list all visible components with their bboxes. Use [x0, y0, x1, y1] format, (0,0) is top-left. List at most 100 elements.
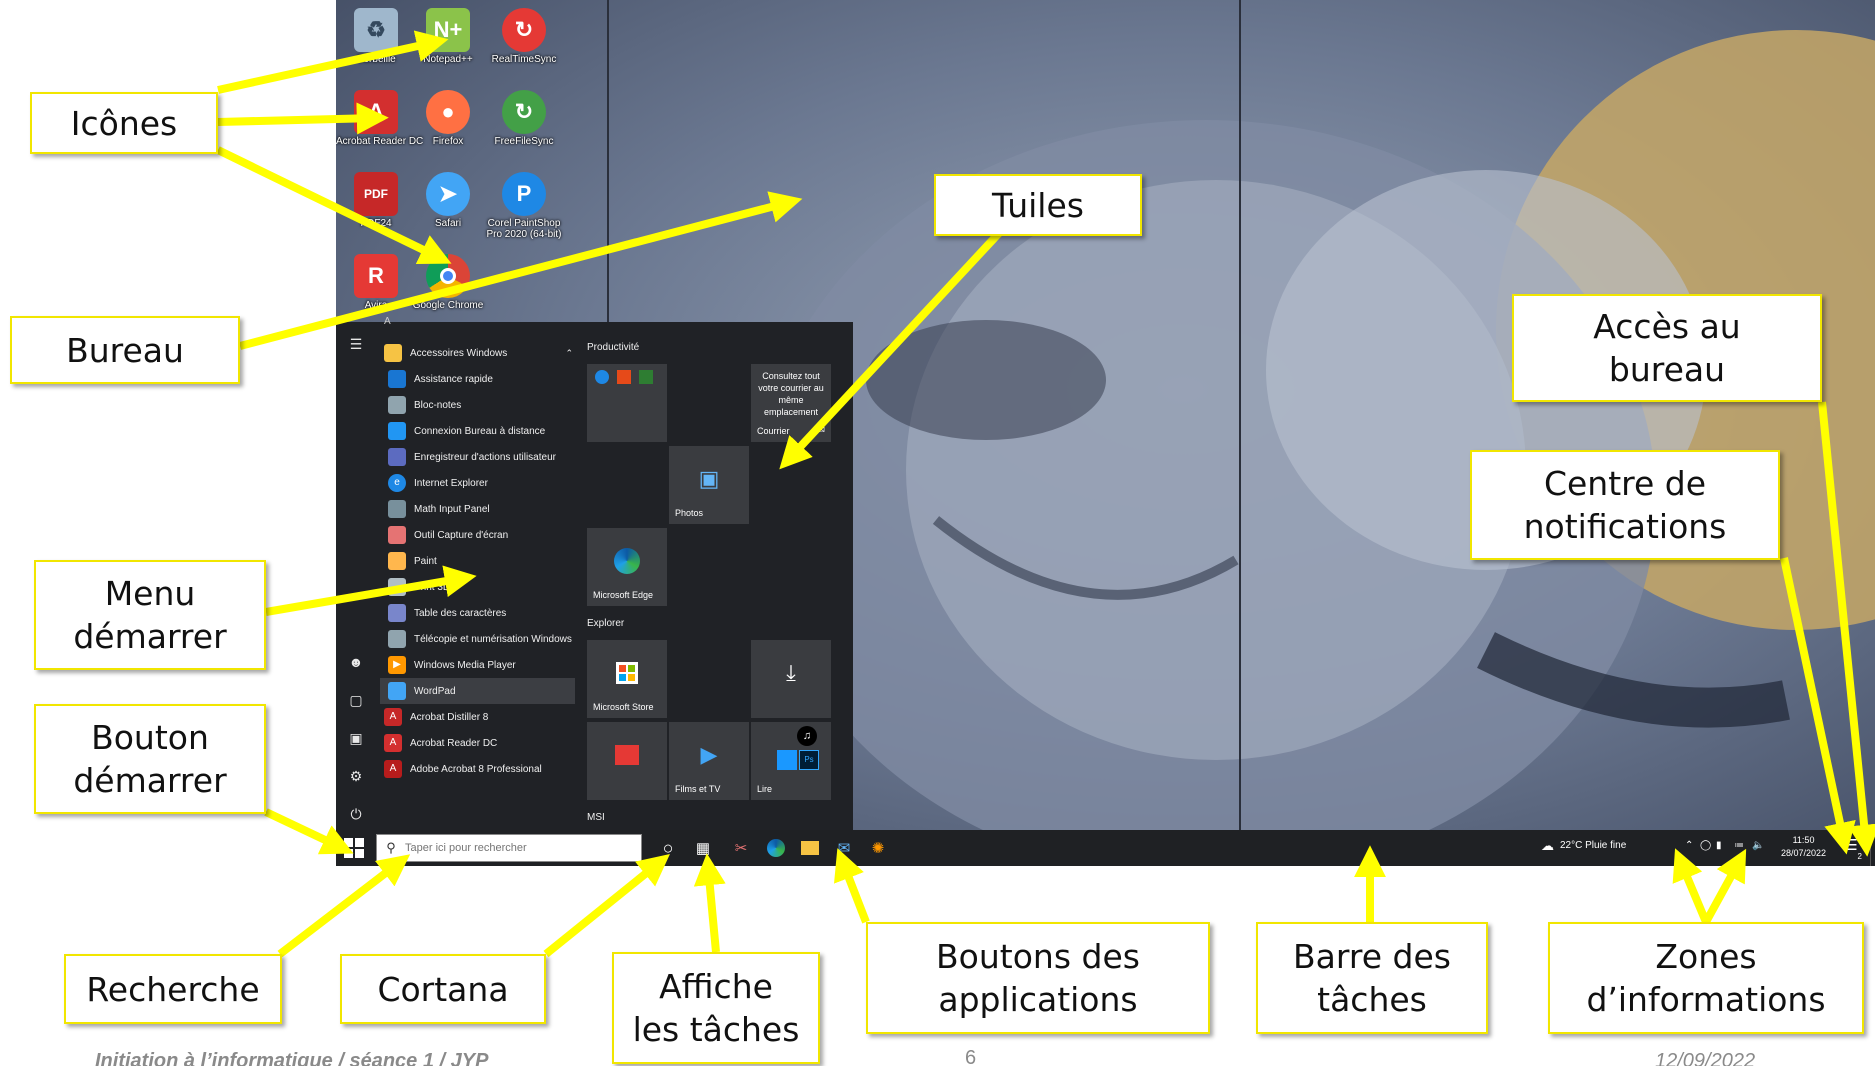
app-item-wordpad[interactable]: WordPad	[380, 678, 575, 704]
mail-icon[interactable]: ✉	[832, 836, 856, 860]
safari-icon: ➤	[426, 172, 470, 216]
app-item-accessoires-windows[interactable]: Accessoires Windows ⌃	[384, 340, 579, 366]
app-item-math-input[interactable]: Math Input Panel	[388, 496, 583, 522]
desktop-icon-avira[interactable]: R Avira	[336, 254, 416, 311]
arrow-affiche-taches	[693, 853, 726, 953]
desktop-icon-safari[interactable]: ➤ Safari	[408, 172, 488, 229]
wordpad-icon	[388, 682, 406, 700]
task-view-icon[interactable]: ▦	[691, 836, 715, 860]
app-item-print-3d[interactable]: Print 3D	[388, 574, 583, 600]
tile-photos[interactable]: ▣ Photos	[669, 446, 749, 524]
settings-gear-icon[interactable]: ⚙	[346, 766, 366, 786]
mail-tile-text: Consultez tout votre courrier au même em…	[758, 371, 824, 417]
app-item-internet-explorer[interactable]: e Internet Explorer	[388, 470, 583, 496]
arrow-zones-1	[1672, 848, 1710, 924]
battery-icon[interactable]: ▮	[1716, 840, 1722, 851]
desktop-icon-realtimesync[interactable]: ↻ RealTimeSync	[484, 8, 564, 65]
desktop-icon-pdf24[interactable]: PDF PDF24	[336, 172, 416, 229]
user-account-icon[interactable]: ☻	[346, 652, 366, 672]
tile-news[interactable]	[587, 722, 667, 800]
firefox-icon: ●	[426, 90, 470, 134]
tile-courrier[interactable]: Consultez tout votre courrier au même em…	[751, 364, 831, 442]
app-item-paint[interactable]: Paint	[388, 548, 583, 574]
app-item-enregistreur[interactable]: Enregistreur d'actions utilisateur	[388, 444, 583, 470]
section-letter[interactable]: A	[384, 316, 391, 327]
snipping-tool-icon[interactable]: ✂	[729, 836, 753, 860]
clock-date: 28/07/2022	[1781, 848, 1827, 858]
footer-page-number: 6	[965, 1047, 977, 1066]
desktop-icon-corbeille[interactable]: ♻ Corbeille	[336, 8, 416, 65]
weather-text[interactable]: 22°C Pluie fine	[1560, 840, 1626, 851]
app-list: A Accessoires Windows ⌃ Assistance rapide…	[376, 316, 583, 830]
pdf24-icon: PDF	[354, 172, 398, 216]
group-msi: MSI	[587, 812, 605, 823]
media-player-icon: ▶	[388, 656, 406, 674]
tile-office[interactable]	[587, 364, 667, 442]
windows-start-button[interactable]	[344, 838, 364, 858]
notification-center-button[interactable]: ☰ 2	[1838, 836, 1864, 861]
chevron-up-icon[interactable]: ⌃	[1685, 840, 1693, 851]
arrow-recherche	[277, 854, 411, 958]
app-item-connexion-bureau[interactable]: Connexion Bureau à distance	[388, 418, 583, 444]
search-input[interactable]	[405, 842, 635, 854]
windows-desktop-screenshot: ♻ Corbeille N+ Notepad++ ↻ RealTimeSync …	[336, 0, 1875, 866]
app-item-capture-ecran[interactable]: Outil Capture d'écran	[388, 522, 583, 548]
arrow-bouton-demarrer	[264, 808, 354, 855]
start-menu: ☰ ☻ ▢ ▣ ⚙ ⏻ A Accessoires Windows ⌃ Assis…	[336, 316, 853, 830]
clock[interactable]: 11:50 28/07/2022	[1781, 834, 1826, 860]
cortana-icon[interactable]: ○	[656, 836, 680, 860]
volume-icon[interactable]: 🔈	[1752, 840, 1764, 851]
remote-desktop-icon	[388, 422, 406, 440]
acrobat-pro-icon: A	[384, 760, 402, 778]
tile-microsoft-edge[interactable]: Microsoft Edge	[587, 528, 667, 606]
callout-barre-taches: Barre des tâches	[1256, 922, 1488, 1034]
tile-download[interactable]: ⤓	[751, 640, 831, 718]
photos-icon: ▣	[698, 465, 720, 491]
callout-menu-demarrer: Menu démarrer	[34, 560, 266, 670]
app-item-acrobat-distiller[interactable]: A Acrobat Distiller 8	[384, 704, 579, 730]
weather-cloud-icon: ☁	[1541, 838, 1554, 853]
show-desktop-button[interactable]	[1870, 830, 1875, 866]
slide: ♻ Corbeille N+ Notepad++ ↻ RealTimeSync …	[0, 0, 1875, 1066]
hamburger-menu-icon[interactable]: ☰	[346, 334, 366, 354]
callout-zones-informations: Zones d’informations	[1548, 922, 1864, 1034]
acrobat-distiller-icon: A	[384, 708, 402, 726]
math-input-icon	[388, 500, 406, 518]
tile-microsoft-store[interactable]: Microsoft Store	[587, 640, 667, 718]
search-box[interactable]: ⚲	[376, 834, 642, 862]
charmap-icon	[388, 604, 406, 622]
tile-lire[interactable]: ♫ Ps Lire	[751, 722, 831, 800]
steps-recorder-icon	[388, 448, 406, 466]
file-explorer-icon[interactable]	[798, 836, 822, 860]
prime-video-icon	[777, 750, 797, 770]
powerpoint-icon	[617, 370, 631, 384]
meet-now-icon[interactable]: ◯	[1700, 840, 1711, 851]
footer-date: 12/09/2022	[1655, 1050, 1756, 1066]
app-item-acrobat-reader[interactable]: A Acrobat Reader DC	[384, 730, 579, 756]
app-item-telecopie[interactable]: Télécopie et numérisation Windows	[388, 626, 583, 652]
chevron-up-icon: ⌃	[565, 347, 573, 358]
pictures-icon[interactable]: ▣	[346, 728, 366, 748]
app-item-assistance-rapide[interactable]: Assistance rapide	[388, 366, 583, 392]
desktop-icon-notepad-plus[interactable]: N+ Notepad++	[408, 8, 488, 65]
desktop-icon-chrome[interactable]: Google Chrome	[408, 254, 488, 311]
desktop-icon-freefilesync[interactable]: ↻ FreeFileSync	[484, 90, 564, 147]
power-icon[interactable]: ⏻	[346, 804, 366, 824]
edge-icon[interactable]	[764, 836, 788, 860]
documents-icon[interactable]: ▢	[346, 690, 366, 710]
tile-films-tv[interactable]: ▶ Films et TV	[669, 722, 749, 800]
recycle-bin-icon: ♻	[354, 8, 398, 52]
notepad-plus-icon: N+	[426, 8, 470, 52]
app-item-acrobat-pro[interactable]: A Adobe Acrobat 8 Professional	[384, 756, 579, 782]
network-icon[interactable]: ≔	[1734, 840, 1744, 851]
app-item-table-caracteres[interactable]: Table des caractères	[388, 600, 583, 626]
arrow-zones-2	[1702, 848, 1747, 924]
paintshop-icon[interactable]: ✺	[866, 836, 890, 860]
app-item-media-player[interactable]: ▶ Windows Media Player	[388, 652, 583, 678]
app-item-bloc-notes[interactable]: Bloc-notes	[388, 392, 583, 418]
callout-tuiles: Tuiles	[934, 174, 1142, 236]
print3d-icon	[388, 578, 406, 596]
desktop-icon-paintshop[interactable]: P Corel PaintShop Pro 2020 (64-bit)	[484, 172, 564, 240]
desktop-icon-acrobat-reader[interactable]: A Acrobat Reader DC	[336, 90, 423, 147]
desktop-icon-firefox[interactable]: ● Firefox	[408, 90, 488, 147]
